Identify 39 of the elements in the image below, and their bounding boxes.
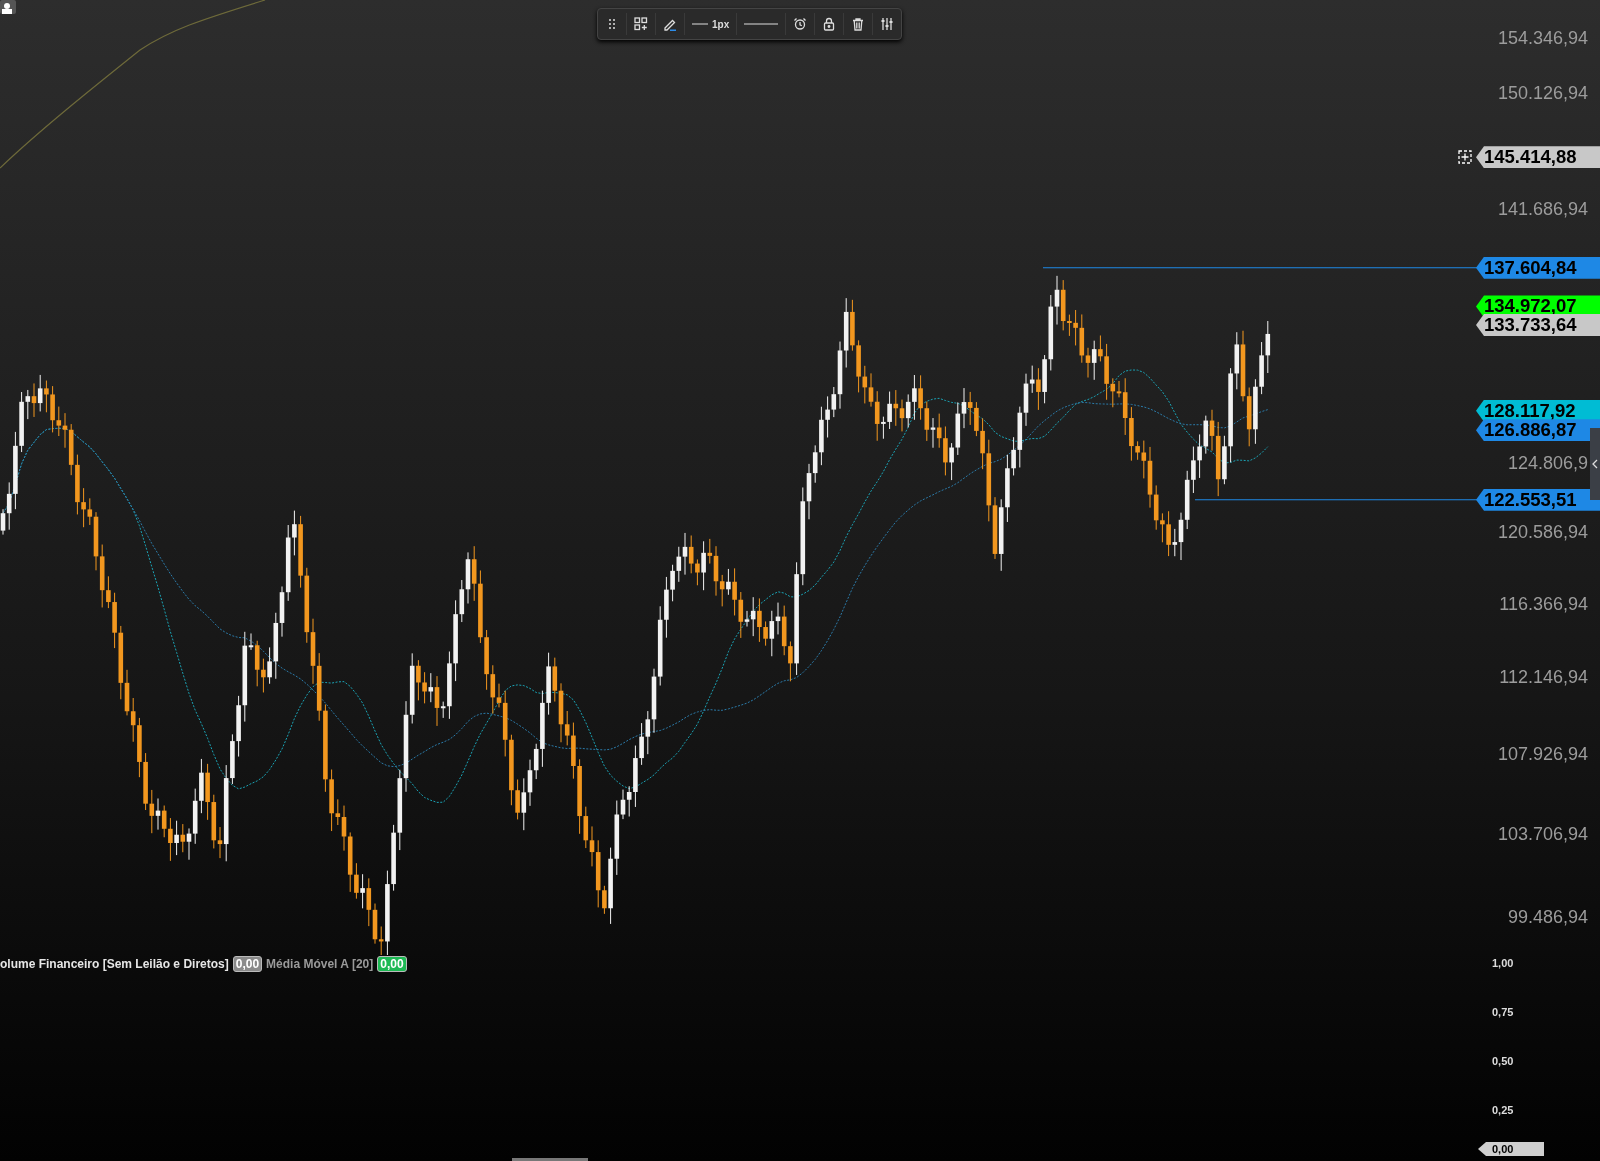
line-width-icon: [692, 22, 708, 26]
volume-tick-label: 0,25: [1492, 1104, 1514, 1116]
price-tick-label: 120.586,94: [1497, 521, 1588, 543]
price-tick-label: 141.686,94: [1497, 198, 1588, 220]
price-label: 145.414,88: [1476, 146, 1600, 169]
volume-label: 0,00: [1478, 1142, 1544, 1156]
settings-icon: [880, 17, 895, 31]
indicator-value: 0,00: [377, 956, 407, 972]
add-widget-icon: [634, 17, 648, 31]
line-width-button[interactable]: 1px: [685, 13, 738, 35]
price-label: 126.886,87: [1476, 419, 1600, 442]
price-tick-label: 116.366,94: [1499, 593, 1588, 614]
indicator-value: 0,00: [232, 956, 263, 972]
chevron-icon: [1592, 459, 1598, 469]
lock-icon: [822, 17, 837, 31]
price-tick-label: 103.706,94: [1497, 823, 1588, 845]
price-tick-label: 99.486,94: [1507, 906, 1588, 928]
collapse-handle[interactable]: [1590, 428, 1600, 500]
price-tick-label: 124.806,9: [1507, 452, 1588, 474]
price-label: 128.117,92: [1476, 399, 1600, 422]
volume-tick-label: 0,75: [1492, 1006, 1514, 1018]
price-label: 133.733,64: [1476, 313, 1600, 336]
price-tick-label: 112.146,94: [1499, 667, 1588, 688]
price-tick-label: 150.126,94: [1497, 82, 1588, 104]
volume-tick-label: 1,00: [1492, 957, 1514, 969]
crosshair-add-icon: [1458, 150, 1472, 165]
price-label: 137.604,84: [1476, 256, 1600, 279]
trash-icon: [851, 17, 866, 31]
indicator-label: Média Móvel A [20]: [266, 957, 374, 971]
price-label: 122.553,51: [1476, 488, 1600, 511]
volume-tick-label: 0,50: [1492, 1055, 1514, 1067]
indicator-label: olume Financeiro [Sem Leilão e Diretos]: [0, 957, 229, 971]
pencil-icon: [663, 17, 677, 31]
price-tick-label: 107.926,94: [1497, 743, 1588, 765]
corner-icon: [0, 0, 16, 14]
alarm-clock-icon: [793, 17, 808, 31]
line-style-icon: [744, 22, 779, 26]
price-tick-label: 154.346,94: [1497, 27, 1588, 49]
scrollbar-thumb[interactable]: [512, 1158, 588, 1161]
